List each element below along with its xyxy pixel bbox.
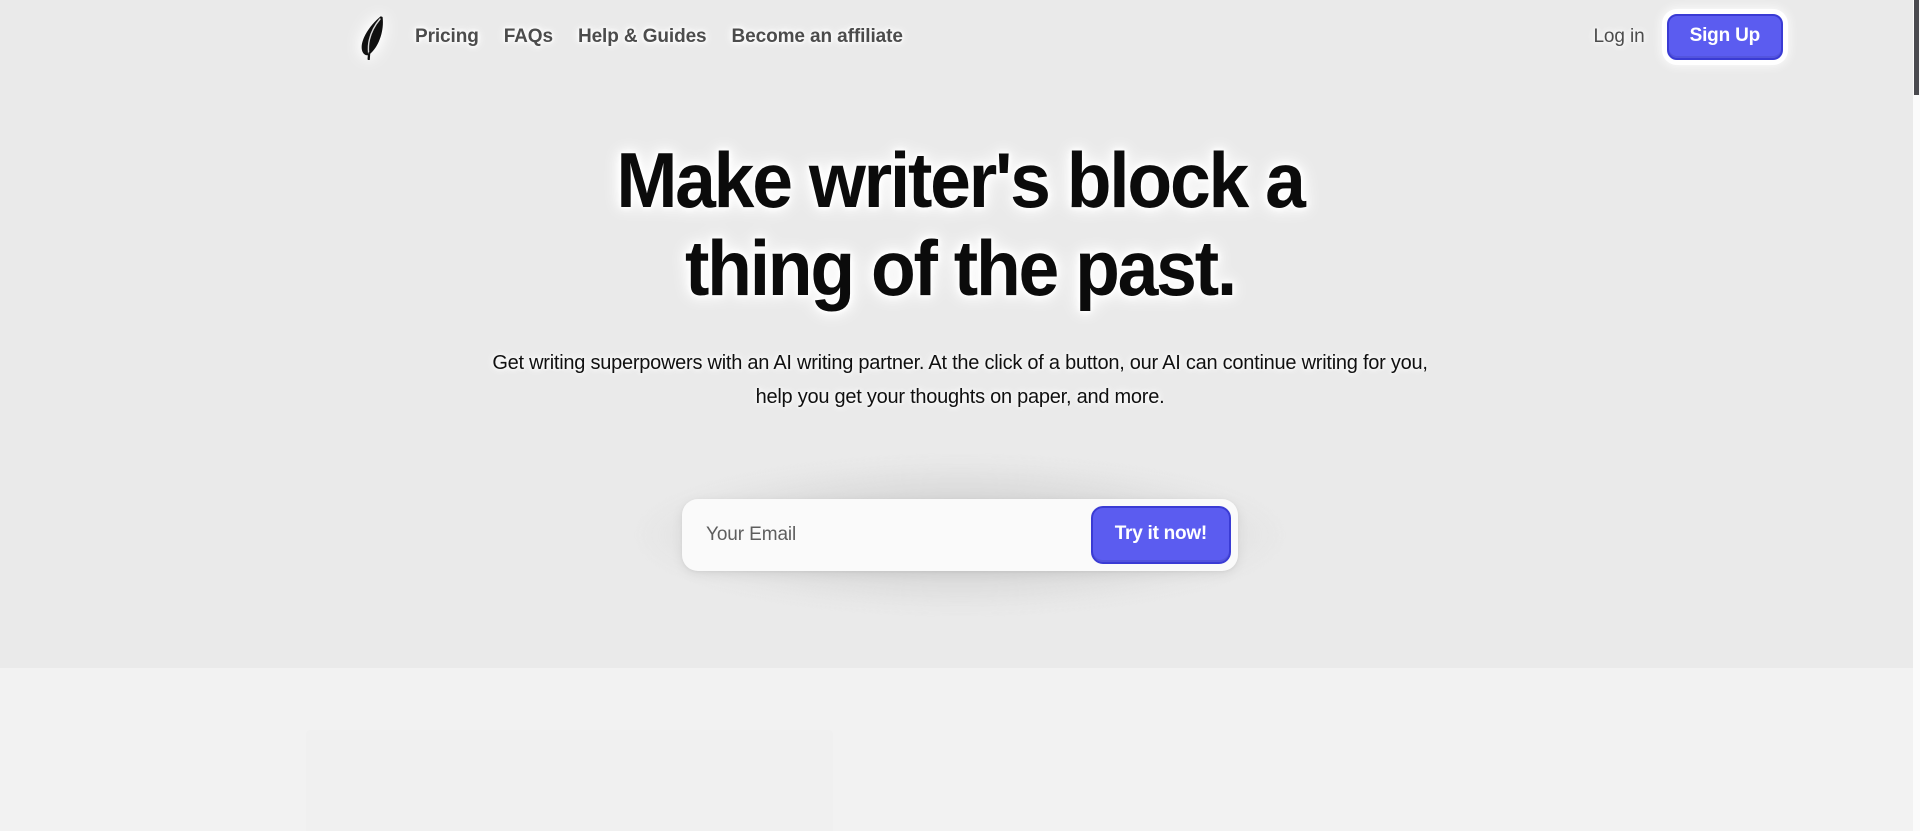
feather-quill-icon[interactable] [355, 8, 389, 66]
document-preview-card: Writer's block is a misery. [307, 730, 832, 831]
nav-link-become-an-affiliate[interactable]: Become an affiliate [732, 26, 903, 48]
hero-headline: Make writer's block a thing of the past. [58, 136, 1863, 312]
scrollbar-thumb[interactable] [1914, 0, 1919, 95]
login-link[interactable]: Log in [1593, 26, 1644, 48]
email-signup-form: Try it now! [682, 499, 1238, 571]
navbar-links: Pricing FAQs Help & Guides Become an aff… [415, 26, 903, 48]
hero-headline-line-1: Make writer's block a [616, 136, 1306, 224]
hero-headline-line-2: thing of the past. [685, 224, 1237, 312]
nav-link-help-guides[interactable]: Help & Guides [578, 26, 707, 48]
main-navbar: Pricing FAQs Help & Guides Become an aff… [0, 0, 1920, 74]
nav-link-faqs[interactable]: FAQs [504, 26, 553, 48]
hero-subheadline: Get writing superpowers with an AI writi… [485, 346, 1435, 414]
scrollbar-track[interactable] [1913, 0, 1920, 831]
hero-subheadline-line-1: Get writing superpowers with an AI writi… [492, 352, 1297, 374]
lower-section: Writer's block is a misery. [0, 668, 1920, 831]
hero-section: Pricing FAQs Help & Guides Become an aff… [0, 0, 1920, 668]
hero-content: Make writer's block a thing of the past.… [0, 136, 1920, 610]
page-root: Pricing FAQs Help & Guides Become an aff… [0, 0, 1920, 831]
navbar-left-group: Pricing FAQs Help & Guides Become an aff… [355, 8, 903, 66]
nav-link-pricing[interactable]: Pricing [415, 26, 479, 48]
email-input[interactable] [682, 499, 1091, 571]
signup-form-area: Try it now! [640, 460, 1280, 610]
signup-button[interactable]: Sign Up [1666, 14, 1783, 60]
navbar-right-group: Log in Sign Up [1593, 14, 1783, 60]
try-it-now-button[interactable]: Try it now! [1090, 506, 1231, 564]
